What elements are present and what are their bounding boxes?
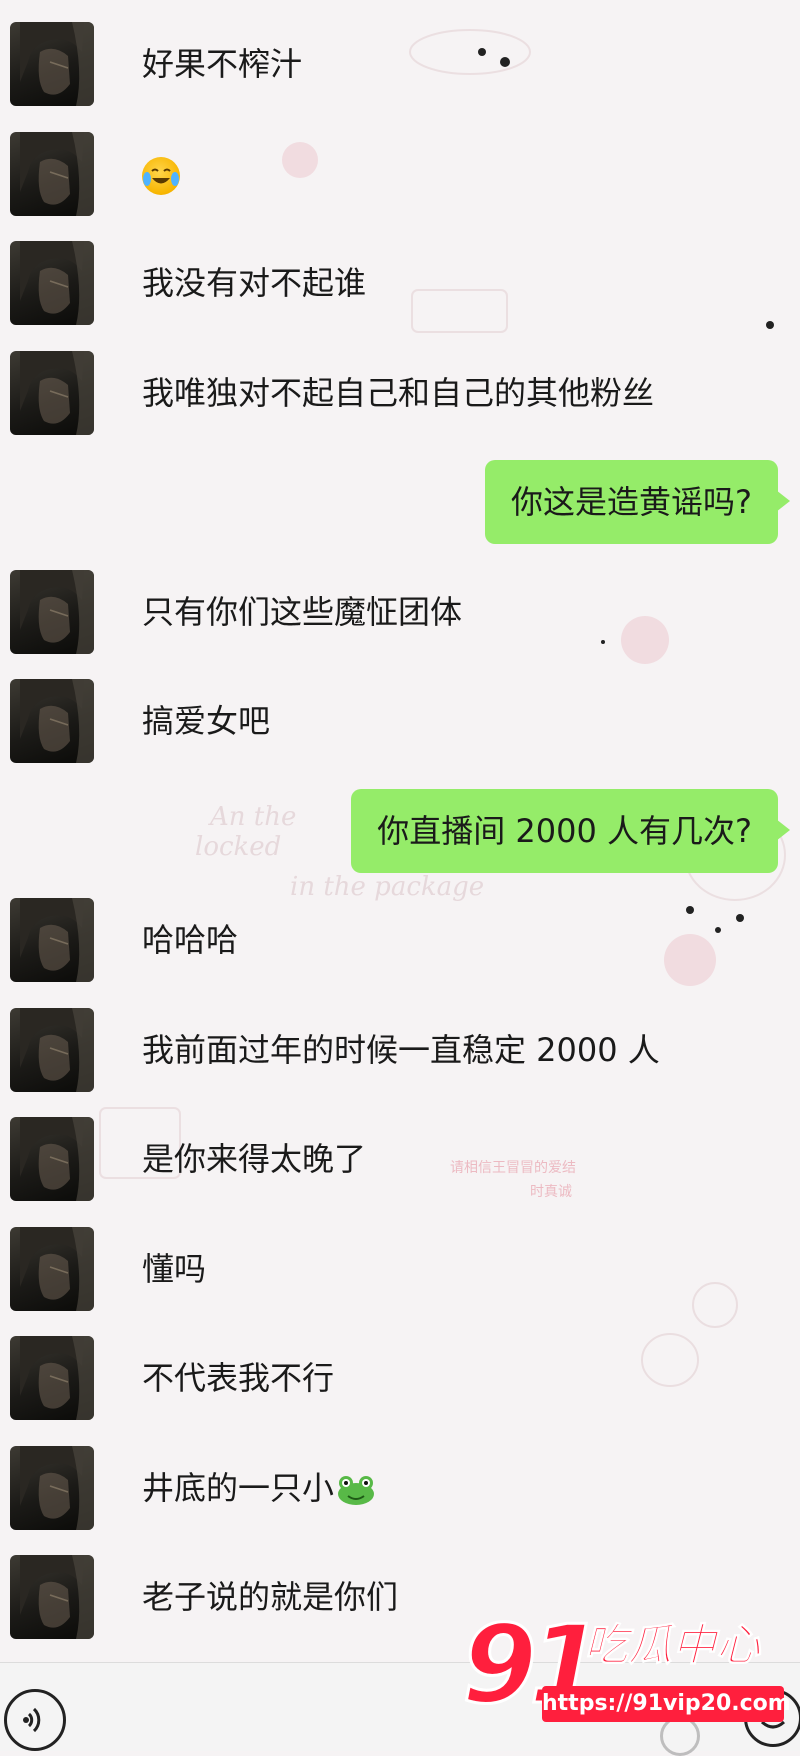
incoming-message-text[interactable]: 老子说的就是你们: [142, 1577, 398, 1617]
incoming-message-row: 井底的一只小: [0, 1445, 800, 1532]
contact-avatar[interactable]: [10, 1336, 94, 1420]
outgoing-message-bubble[interactable]: 你直播间 2000 人有几次?: [351, 788, 790, 873]
watermark-url[interactable]: https://91vip20.com: [542, 1686, 791, 1722]
incoming-message-row: 懂吗: [0, 1226, 800, 1313]
contact-avatar[interactable]: [10, 1445, 94, 1530]
contact-avatar[interactable]: [10, 350, 94, 435]
contact-avatar[interactable]: [10, 1117, 94, 1201]
outgoing-message-row: 你直播间 2000 人有几次?: [0, 788, 800, 875]
contact-avatar[interactable]: [10, 1007, 94, 1092]
incoming-message-text[interactable]: 懂吗: [142, 1249, 206, 1289]
contact-avatar[interactable]: [10, 1226, 94, 1311]
incoming-message-row: 好果不榨汁: [0, 22, 800, 108]
incoming-message-text[interactable]: 是你来得太晚了: [142, 1139, 366, 1179]
incoming-message-text[interactable]: 搞爱女吧: [142, 701, 270, 741]
incoming-message-row: 哈哈哈: [0, 898, 800, 984]
incoming-message-text[interactable]: 好果不榨汁: [142, 44, 302, 84]
incoming-message-text[interactable]: 哈哈哈: [142, 920, 238, 960]
incoming-message-row: 只有你们这些魔怔团体: [0, 569, 800, 656]
contact-avatar[interactable]: [10, 22, 94, 106]
laughing-crying-emoji-icon: [142, 156, 180, 195]
incoming-message-text[interactable]: 我唯独对不起自己和自己的其他粉丝: [142, 373, 654, 413]
incoming-message-text[interactable]: 我前面过年的时候一直稳定 2000 人: [142, 1030, 660, 1070]
frog-emoji-icon: [336, 1474, 376, 1506]
outgoing-message-bubble[interactable]: 你这是造黄谣吗?: [485, 460, 790, 544]
outgoing-message-row: 你这是造黄谣吗?: [0, 460, 800, 546]
incoming-message-row: 是你来得太晚了: [0, 1117, 800, 1203]
incoming-message-text[interactable]: 不代表我不行: [142, 1358, 334, 1398]
chat-message-list[interactable]: 好果不榨汁我没有对不起谁我唯独对不起自己和自己的其他粉丝你这是造黄谣吗? 只有你们…: [0, 0, 800, 1660]
watermark-title: 吃瓜中心: [584, 1620, 761, 1672]
incoming-message-row: 我前面过年的时候一直稳定 2000 人: [0, 1007, 800, 1094]
contact-avatar[interactable]: [10, 131, 94, 216]
contact-avatar[interactable]: [10, 679, 94, 763]
incoming-message-row: 不代表我不行: [0, 1336, 800, 1422]
incoming-emoji-message[interactable]: [142, 154, 180, 195]
incoming-message-row: [0, 131, 800, 218]
contact-avatar[interactable]: [10, 898, 94, 982]
contact-avatar[interactable]: [10, 569, 94, 654]
incoming-message-text[interactable]: 井底的一只小: [142, 1468, 376, 1508]
contact-avatar[interactable]: [10, 1555, 94, 1639]
incoming-message-text[interactable]: 只有你们这些魔怔团体: [142, 592, 462, 632]
incoming-message-row: 搞爱女吧: [0, 679, 800, 765]
watermark: 91 吃瓜中心 https://91vip20.com: [460, 1604, 800, 1750]
incoming-message-row: 我没有对不起谁: [0, 241, 800, 327]
voice-input-icon[interactable]: [4, 1689, 66, 1751]
incoming-message-row: 我唯独对不起自己和自己的其他粉丝: [0, 350, 800, 437]
incoming-message-text[interactable]: 我没有对不起谁: [142, 263, 366, 303]
contact-avatar[interactable]: [10, 241, 94, 325]
